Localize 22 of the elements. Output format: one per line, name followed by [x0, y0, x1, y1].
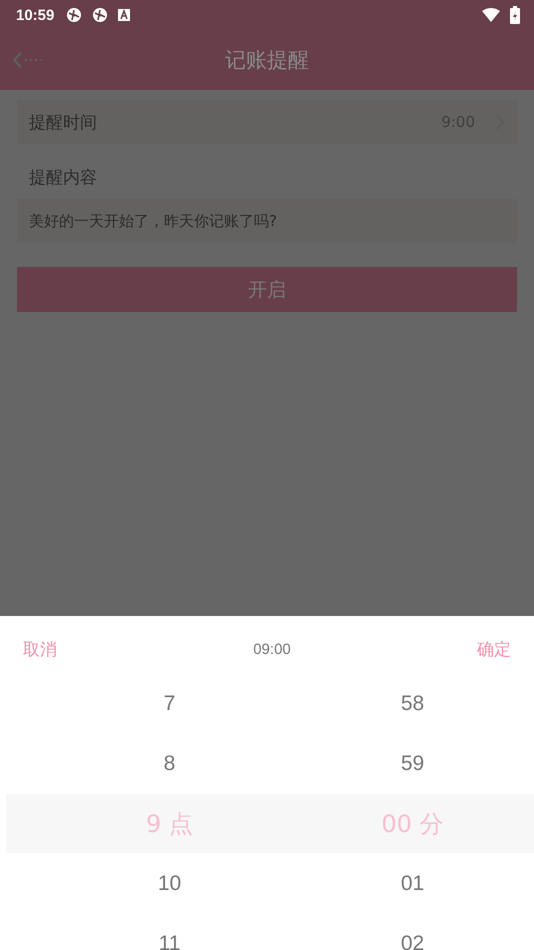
reminder-content-label: 提醒内容: [28, 167, 98, 190]
confirm-button[interactable]: 确定: [476, 638, 511, 661]
page-title: 记账提醒: [225, 47, 309, 74]
picker-item[interactable]: 8: [164, 734, 176, 794]
picker-item[interactable]: 01: [400, 854, 424, 914]
battery-icon: [510, 6, 520, 24]
font-notification-icon: [118, 9, 130, 21]
cancel-button[interactable]: 取消: [23, 638, 57, 661]
wifi-icon: [482, 8, 500, 22]
status-time: 10:59: [16, 6, 54, 24]
back-icon[interactable]: [12, 50, 42, 70]
picker-item[interactable]: 11: [158, 914, 180, 950]
picker-item[interactable]: 7: [164, 674, 176, 734]
app-notification-icon: [92, 7, 108, 23]
app-notification-icon: [66, 7, 82, 23]
picker-title: 09:00: [253, 641, 291, 658]
picker-item[interactable]: 02: [400, 914, 424, 950]
picker-item[interactable]: 58: [400, 674, 424, 734]
picker-item[interactable]: 59: [400, 734, 424, 794]
reminder-time-label: 提醒时间: [29, 112, 98, 134]
reminder-content-field[interactable]: 美好的一天开始了，昨天你记账了吗?: [17, 199, 517, 243]
picker-item[interactable]: 10: [158, 854, 182, 914]
